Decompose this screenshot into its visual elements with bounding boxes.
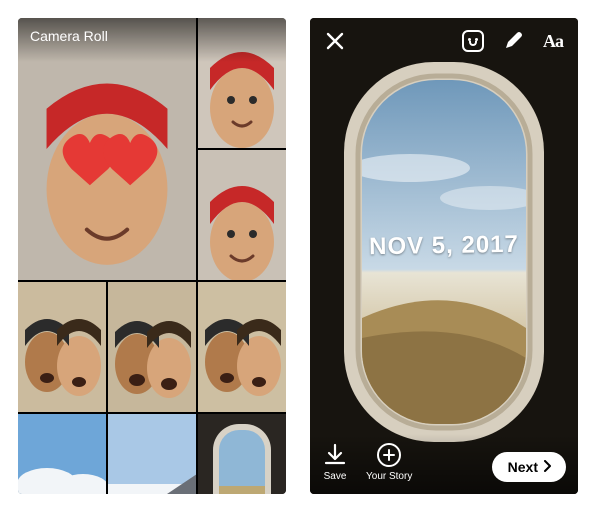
text-tool-button[interactable]: Aa — [540, 28, 566, 54]
photo-two-friends-3[interactable] — [198, 282, 286, 412]
close-icon[interactable] — [322, 28, 348, 54]
save-label: Save — [324, 471, 347, 482]
date-stamp-sticker[interactable]: NOV 5, 2017 — [369, 231, 519, 262]
photo-sky-clouds[interactable] — [18, 414, 106, 494]
chevron-right-icon — [542, 459, 552, 475]
next-button[interactable]: Next — [492, 452, 566, 482]
your-story-button[interactable]: Your Story — [366, 442, 412, 482]
sticker-icon[interactable] — [460, 28, 486, 54]
save-button[interactable]: Save — [322, 442, 348, 482]
photo-selfie-red-beanie-2[interactable] — [198, 150, 286, 280]
story-editor-screen: NOV 5, 2017 Aa Save Your Story — [310, 18, 578, 494]
photo-two-friends-1[interactable] — [18, 282, 106, 412]
photo-two-friends-2[interactable] — [108, 282, 196, 412]
your-story-label: Your Story — [366, 471, 412, 482]
next-label: Next — [508, 459, 538, 475]
camera-roll-header[interactable]: Camera Roll — [18, 18, 286, 62]
camera-roll-grid[interactable] — [18, 18, 286, 494]
photo-airplane-wing[interactable] — [108, 414, 196, 494]
draw-icon[interactable] — [500, 28, 526, 54]
photo-airplane-window-thumb[interactable] — [198, 414, 286, 494]
camera-roll-screen: Camera Roll — [18, 18, 286, 494]
camera-roll-title: Camera Roll — [30, 28, 108, 44]
